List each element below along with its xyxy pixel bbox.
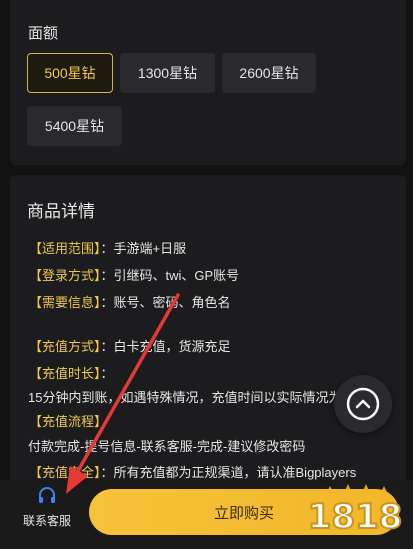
denomination-option-1300[interactable]: 1300星钻: [120, 53, 215, 93]
detail-value: 15分钟内到账，如遇特殊情况，充值时间以实际情况为: [28, 390, 342, 405]
product-details-title: 商品详情: [27, 202, 95, 221]
detail-key: 【充值流程】: [29, 414, 108, 429]
detail-value: 付款完成-提号信息-联系客服-完成-建议修改密码: [28, 439, 306, 454]
watermark-text: 1818: [308, 497, 403, 537]
customer-service-button[interactable]: 联系客服: [14, 486, 80, 538]
detail-key: 【充值方式】: [29, 339, 101, 354]
detail-value: ：手游端+日服: [100, 241, 187, 256]
detail-row-scope: 【适用范围】：手游端+日服: [29, 238, 186, 257]
detail-value: ：账号、密码、角色名: [100, 295, 231, 310]
detail-key: 【充值时长】: [29, 366, 101, 381]
detail-row-duration-text: 15分钟内到账，如遇特殊情况，充值时间以实际情况为: [28, 387, 341, 406]
detail-value: ：所有充值都为正规渠道，请认准Bigplayers: [100, 465, 357, 480]
detail-key: 【需要信息】: [29, 295, 101, 310]
detail-key: 【充值安全】: [29, 465, 101, 480]
watermark-logo: 1818: [307, 484, 403, 538]
detail-value: ：白卡充值，货源充足: [100, 339, 231, 354]
denomination-option-2600[interactable]: 2600星钻: [222, 53, 316, 93]
detail-key: 【适用范围】: [29, 241, 101, 256]
detail-key: 【登录方式】: [29, 268, 101, 283]
denomination-title: 面额: [28, 25, 59, 42]
denomination-option-5400[interactable]: 5400星钻: [27, 106, 122, 146]
detail-row-flow-text: 付款完成-提号信息-联系客服-完成-建议修改密码: [28, 436, 305, 455]
detail-row-flow: 【充值流程】: [29, 411, 107, 430]
detail-row-login: 【登录方式】：引继码、twi、GP账号: [29, 265, 239, 284]
detail-value: ：引继码、twi、GP账号: [100, 268, 240, 283]
scroll-top-button[interactable]: [334, 375, 392, 433]
headset-icon: [39, 487, 55, 503]
detail-value: ：: [100, 366, 114, 381]
product-details-card: 商品详情 【适用范围】：手游端+日服 【登录方式】：引继码、twi、GP账号 【…: [10, 175, 406, 495]
detail-row-safety: 【充值安全】：所有充值都为正规渠道，请认准Bigplayers: [29, 462, 356, 481]
customer-service-label: 联系客服: [22, 514, 71, 528]
chevron-up-icon: [346, 387, 380, 421]
denomination-option-500[interactable]: 500星钻: [27, 53, 113, 93]
detail-row-duration: 【充值时长】：: [29, 363, 114, 382]
detail-row-method: 【充值方式】：白卡充值，货源充足: [29, 336, 231, 355]
detail-row-required-info: 【需要信息】：账号、密码、角色名: [29, 292, 231, 311]
denomination-card: 面额 500星钻 1300星钻 2600星钻 5400星钻: [10, 0, 406, 165]
